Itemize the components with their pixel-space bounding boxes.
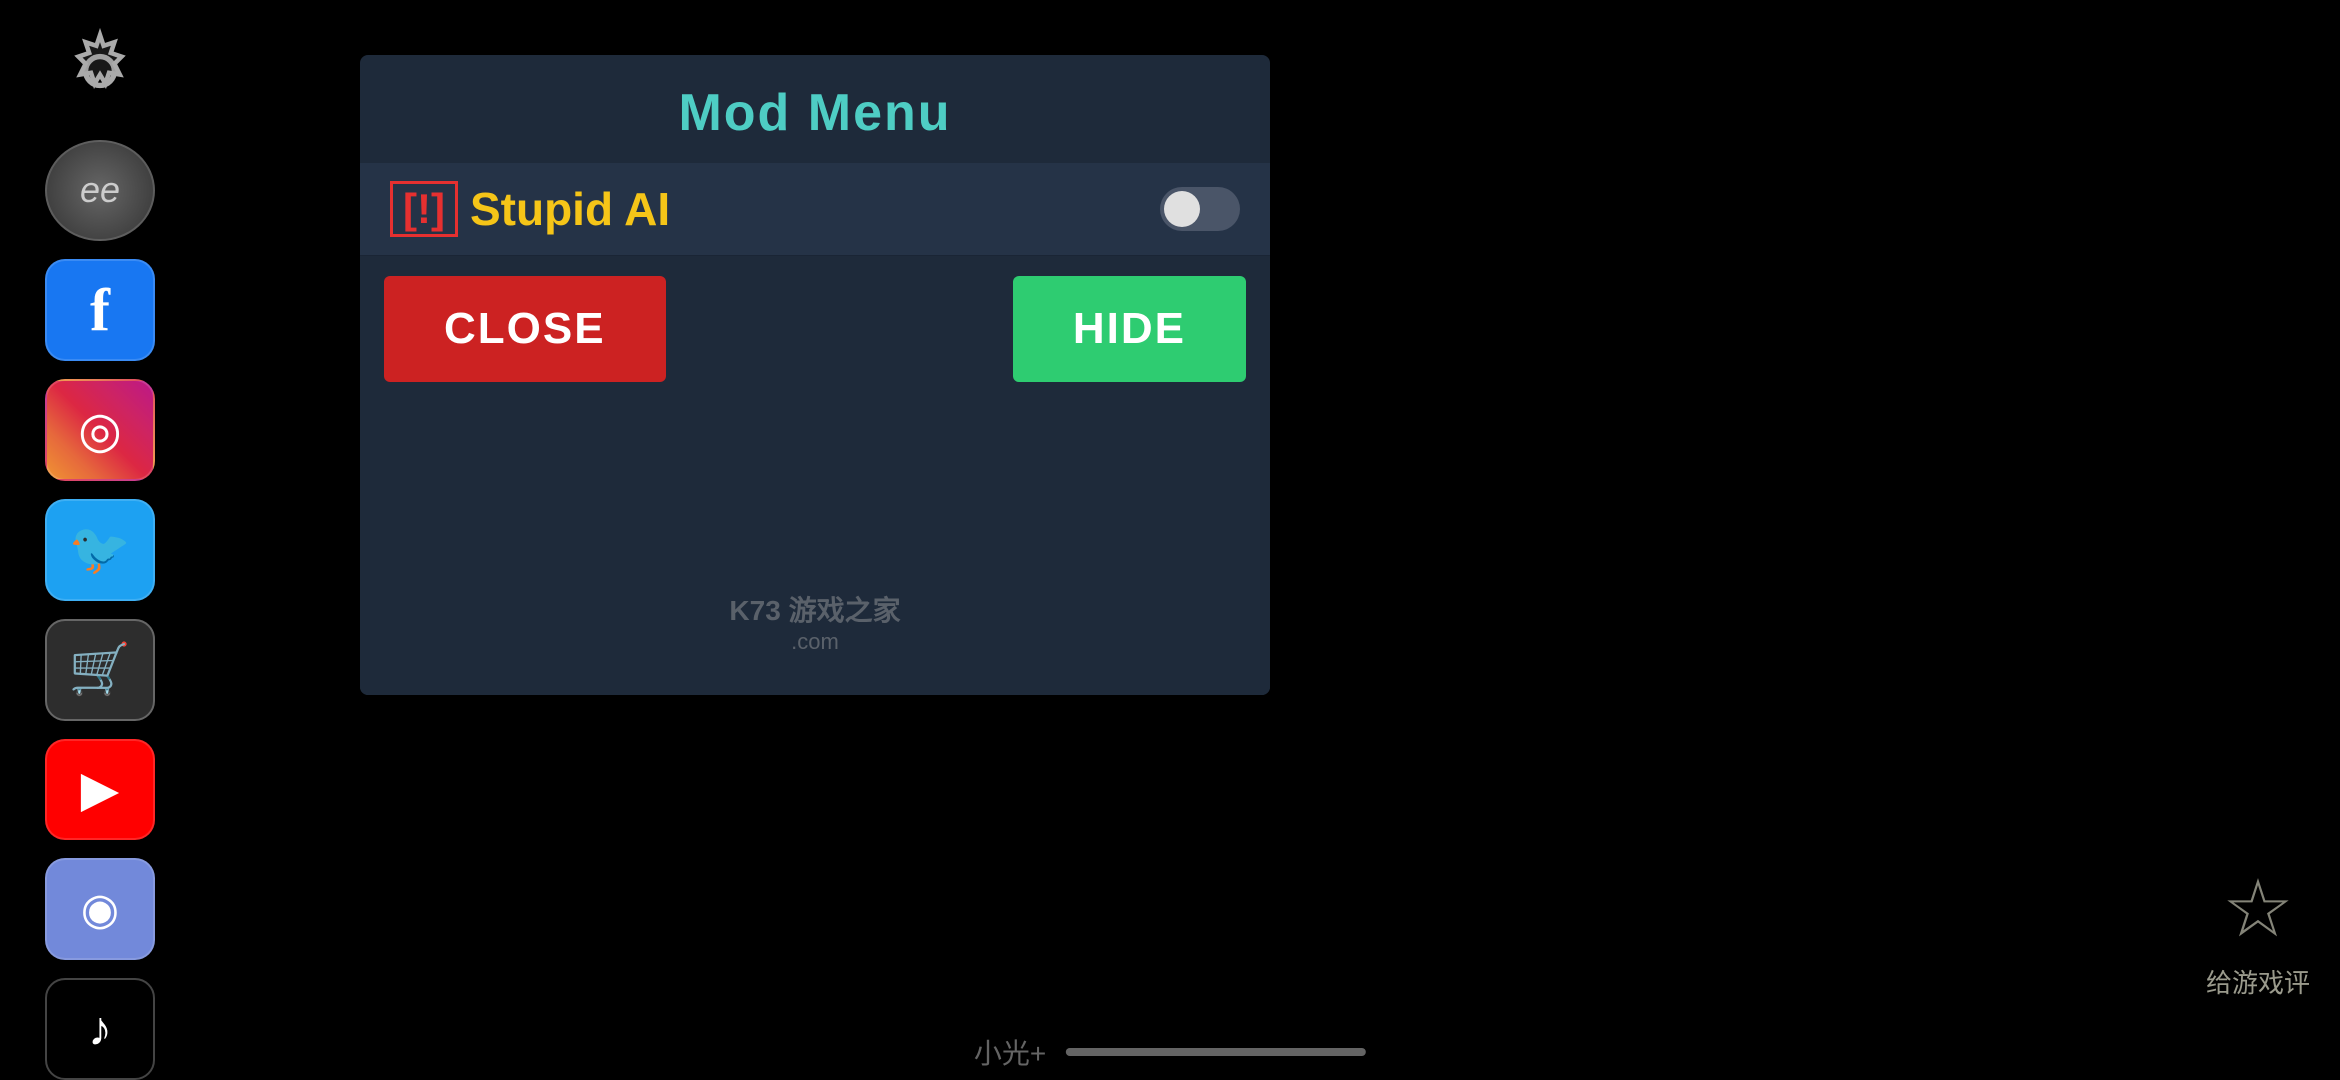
star-rating[interactable]: ☆ 给游戏评: [2206, 862, 2310, 1000]
discord-icon[interactable]: ◉: [45, 858, 155, 960]
star-icon: ☆: [2222, 862, 2294, 955]
hint-bar: [1066, 1048, 1366, 1056]
watermark: K73 游戏之家 .com: [729, 589, 900, 655]
toggle-knob: [1164, 191, 1200, 227]
watermark-k73: K73 游戏之家: [729, 589, 900, 629]
hint-text: 小光+: [974, 1032, 1046, 1072]
sidebar: ee f ◎ 🐦 🛒 ▶ ◉ ♪: [0, 0, 200, 1080]
instagram-icon[interactable]: ◎: [45, 379, 155, 481]
settings-icon[interactable]: [45, 20, 155, 122]
facebook-icon[interactable]: f: [45, 259, 155, 361]
tiktok-icon[interactable]: ♪: [45, 978, 155, 1080]
mod-menu-title: Mod Menu: [360, 55, 1270, 163]
star-label: 给游戏评: [2206, 963, 2310, 1000]
avatar-label: ee: [80, 169, 120, 211]
exclamation-badge: [!]: [390, 181, 458, 237]
twitter-icon[interactable]: 🐦: [45, 499, 155, 601]
action-buttons-row: CLOSE HIDE: [360, 256, 1270, 402]
bottom-hint: 小光+: [974, 1032, 1366, 1072]
close-button[interactable]: CLOSE: [384, 276, 666, 382]
mod-label: [!] Stupid AI: [390, 181, 1160, 237]
avatar-icon[interactable]: ee: [45, 140, 155, 242]
mod-item-row: [!] Stupid AI: [360, 163, 1270, 256]
youtube-icon[interactable]: ▶: [45, 739, 155, 841]
mod-name-label: Stupid AI: [470, 182, 670, 236]
shop-icon[interactable]: 🛒: [45, 619, 155, 721]
mod-toggle[interactable]: [1160, 187, 1240, 231]
panel-empty-area: K73 游戏之家 .com: [360, 402, 1270, 695]
mod-menu-panel: Mod Menu [!] Stupid AI CLOSE HIDE K73 游戏…: [360, 55, 1270, 695]
hide-button[interactable]: HIDE: [1013, 276, 1246, 382]
watermark-com: .com: [729, 629, 900, 655]
